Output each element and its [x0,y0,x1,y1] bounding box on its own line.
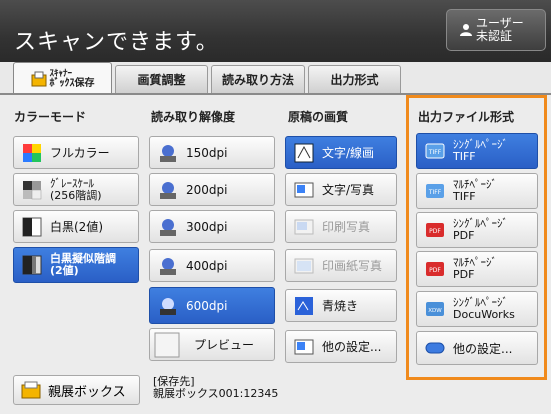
format-tiff-multi-button[interactable]: TIFF ﾏﾙﾁﾍﾟｰｼﾞ TIFF [416,173,538,209]
full-color-icon [23,143,41,162]
resolution-200-button[interactable]: 200dpi [149,173,275,206]
tab-bar: ｽｷｬﾅｰ ﾎﾞｯｸｽ保存 画質調整 読み取り方法 出力形式 [0,62,551,95]
button-label: 他の設定... [453,341,513,356]
user-icon [460,24,472,36]
format-pdf-single-button[interactable]: PDF ｼﾝｸﾞﾙﾍﾟｰｼﾞ PDF [416,212,538,248]
button-label: 400dpi [186,258,228,273]
button-label: PDF [453,268,475,281]
resolution-icon [160,297,176,315]
tab-scan-to-box[interactable]: ｽｷｬﾅｰ ﾎﾞｯｸｽ保存 [13,62,112,95]
button-label: ｸﾞﾚｰｽｹｰﾙ [50,176,94,190]
button-label: TIFF [453,190,476,203]
settings-icon [425,342,445,354]
color-mode-heading: カラーモード [14,110,87,124]
svg-text:TIFF: TIFF [428,149,442,156]
resolution-400-button[interactable]: 400dpi [149,249,275,282]
scan-screen: スキャンできます。 ユーザー 未認証 ｽｷｬﾅｰ ﾎﾞｯｸｽ保存 画質調整 読み… [0,0,551,414]
button-label: DocuWorks [453,308,515,321]
resolution-150-button[interactable]: 150dpi [149,136,275,169]
printed-photo-icon [294,219,314,234]
button-label: 印刷写真 [322,220,371,234]
svg-text:PDF: PDF [429,267,441,274]
resolution-heading: 読み取り解像度 [151,110,236,124]
user-status-label: 未認証 [476,29,513,43]
text-photo-icon [294,182,314,197]
original-text-photo-button[interactable]: 文字/写真 [285,173,397,206]
original-blueprint-button[interactable]: 青焼き [285,289,397,322]
resolution-icon [160,257,176,275]
tab-label: 読み取り方法 [221,73,294,87]
black-white-pseudo-icon [22,255,42,275]
button-label: PDF [453,229,475,242]
original-text-line-button[interactable]: 文字/線画 [285,136,397,169]
folder-box-icon [21,381,41,399]
original-photo-paper-button: 印画紙写真 [285,249,397,282]
format-docuworks-single-button[interactable]: XDW ｼﾝｸﾞﾙﾍﾟｰｼﾞ DocuWorks [416,291,538,327]
user-auth-button[interactable]: ユーザー 未認証 [446,9,546,51]
preview-checkbox-icon [154,332,180,357]
button-label: 白黒(2値) [50,220,103,234]
save-destination: [保存先] 親展ボックス001:12345 [153,376,278,400]
button-label: 200dpi [186,182,228,197]
resolution-300-button[interactable]: 300dpi [149,210,275,243]
button-label: 青焼き [322,299,359,313]
destination-value: 親展ボックス001:12345 [153,387,279,400]
color-bw-pseudo-button[interactable]: 白黒擬似階調 (2値) [13,247,139,283]
original-type-heading: 原稿の画質 [288,110,349,124]
original-other-settings-button[interactable]: 他の設定... [285,330,397,363]
tab-label: 画質調整 [137,73,186,87]
format-pdf-multi-button[interactable]: PDF ﾏﾙﾁﾍﾟｰｼﾞ PDF [416,251,538,287]
button-label: 600dpi [186,298,228,313]
resolution-icon [160,218,176,236]
parent-box-button[interactable]: 親展ボックス [13,375,140,405]
format-other-settings-button[interactable]: 他の設定... [416,331,538,365]
resolution-icon [160,144,176,162]
button-label: 文字/線画 [322,146,375,160]
text-line-icon [294,143,314,162]
tab-output-format[interactable]: 出力形式 [308,65,401,93]
settings-icon [294,339,314,354]
button-label: (256階調) [50,188,102,202]
photo-paper-icon [294,258,314,273]
header-bar: スキャンできます。 ユーザー 未認証 [0,0,551,62]
button-label: 他の設定... [322,340,382,354]
button-label: TIFF [453,150,476,163]
button-label: 親展ボックス [48,384,126,400]
status-message: スキャンできます。 [14,30,219,55]
button-label: (2値) [50,264,79,277]
tiff-file-icon: TIFF [426,184,444,198]
svg-text:TIFF: TIFF [428,189,442,196]
pdf-file-icon: PDF [426,223,444,237]
button-label: 印画紙写真 [322,259,383,273]
tiff-file-icon: TIFF [425,143,445,159]
tab-label: ﾎﾞｯｸｽ保存 [49,78,95,89]
button-label: 300dpi [186,219,228,234]
button-label: フルカラー [50,146,110,160]
button-label: プレビュー [194,338,255,352]
docuworks-file-icon: XDW [426,302,444,316]
tab-image-quality[interactable]: 画質調整 [115,65,208,93]
resolution-600-button[interactable]: 600dpi [149,287,275,324]
file-format-heading: 出力ファイル形式 [418,110,515,124]
original-printed-photo-button: 印刷写真 [285,210,397,243]
tab-scan-method[interactable]: 読み取り方法 [211,65,305,93]
resolution-icon [160,181,176,199]
preview-button[interactable]: プレビュー [149,328,275,361]
svg-text:PDF: PDF [429,228,441,235]
blueprint-icon [295,296,313,315]
color-bw-button[interactable]: 白黒(2値) [13,210,139,243]
color-grayscale-button[interactable]: ｸﾞﾚｰｽｹｰﾙ (256階調) [13,173,139,206]
black-white-icon [22,217,42,236]
tab-label: 出力形式 [330,73,379,87]
format-tiff-single-button[interactable]: TIFF ｼﾝｸﾞﾙﾍﾟｰｼﾞ TIFF [416,133,538,169]
button-label: 150dpi [186,145,228,160]
button-label: 文字/写真 [322,183,375,197]
color-full-button[interactable]: フルカラー [13,136,139,169]
scan-box-icon [31,71,46,87]
pdf-file-icon: PDF [426,262,444,276]
grayscale-icon [23,180,42,199]
svg-text:XDW: XDW [428,308,442,314]
